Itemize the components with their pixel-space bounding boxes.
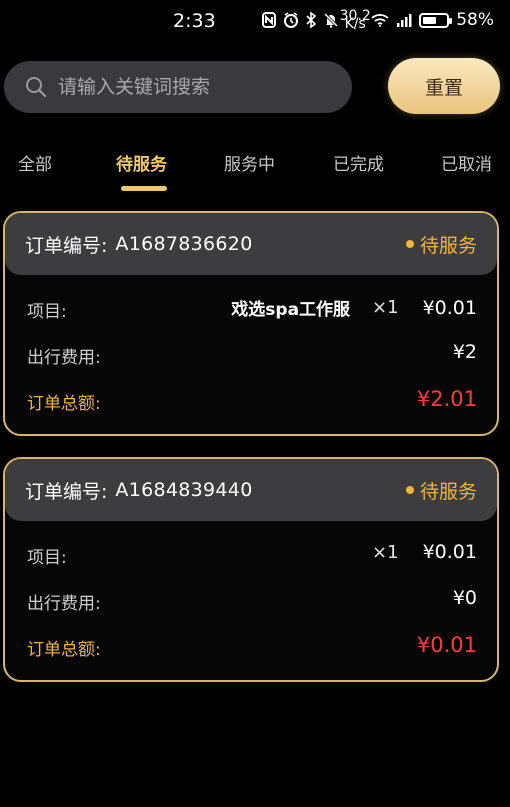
mute-icon (323, 12, 339, 28)
status-bar: 2:33 30.2 K/s 58% (0, 0, 510, 42)
item-price: ¥0.01 (422, 296, 477, 319)
tab-in-service[interactable]: 服务中 (224, 150, 275, 175)
order-number-label: 订单编号: (25, 480, 108, 503)
travel-fee-label: 出行费用: (27, 594, 101, 614)
wifi-icon (371, 13, 389, 27)
net-speed-unit: K/s (344, 16, 366, 32)
travel-fee: ¥2 (452, 341, 477, 363)
order-status-text: 待服务 (419, 234, 477, 257)
nfc-icon (262, 12, 277, 28)
tab-cancelled[interactable]: 已取消 (441, 150, 492, 175)
order-number: A1684839440 (115, 479, 253, 501)
search-icon (26, 77, 47, 98)
order-card[interactable]: 订单编号: A1687836620 待服务 项目: 戏选spa工作服 ×1 ¥0… (3, 211, 499, 436)
order-total-row: 订单总额: ¥0.01 (5, 623, 497, 669)
order-item-row: 项目: ×1 ¥0.01 (5, 531, 497, 577)
status-tabs: 全部 待服务 服务中 已完成 已取消 (0, 146, 510, 196)
order-card[interactable]: 订单编号: A1684839440 待服务 项目: ×1 ¥0.01 出行费用:… (3, 457, 499, 682)
travel-fee-label: 出行费用: (27, 348, 101, 368)
order-number-label: 订单编号: (25, 234, 108, 257)
status-icons: 30.2 K/s 58% (262, 9, 494, 31)
item-label: 项目: (27, 548, 67, 568)
status-dot-icon (405, 240, 414, 248)
order-status: 待服务 (405, 477, 477, 504)
item-price: ¥0.01 (422, 541, 477, 563)
item-quantity: ×1 (372, 541, 399, 563)
order-status-text: 待服务 (419, 480, 477, 503)
order-item-row: 项目: 戏选spa工作服 ×1 ¥0.01 (5, 285, 497, 331)
battery-icon (419, 12, 453, 28)
active-tab-indicator (121, 186, 167, 191)
battery-level (423, 16, 437, 24)
alarm-icon (283, 12, 299, 28)
tab-completed[interactable]: 已完成 (333, 150, 384, 175)
net-speed-icon: 30.2 K/s (340, 9, 371, 31)
bluetooth-icon (306, 12, 317, 28)
travel-fee-row: 出行费用: ¥2 (5, 331, 497, 377)
order-status: 待服务 (405, 231, 477, 258)
tab-pending-service[interactable]: 待服务 (116, 150, 167, 175)
order-card-header: 订单编号: A1684839440 待服务 (5, 459, 497, 521)
battery-percent: 58% (456, 10, 494, 30)
order-total-label: 订单总额: (27, 394, 101, 414)
order-total: ¥2.01 (416, 387, 477, 411)
search-bar[interactable] (4, 61, 352, 113)
item-quantity: ×1 (372, 297, 399, 318)
travel-fee-row: 出行费用: ¥0 (5, 577, 497, 623)
order-total-label: 订单总额: (27, 640, 101, 660)
signal-icon (396, 13, 412, 27)
order-total-row: 订单总额: ¥2.01 (5, 377, 497, 423)
order-number: A1687836620 (115, 233, 253, 255)
item-label: 项目: (27, 302, 67, 322)
tab-all[interactable]: 全部 (18, 150, 52, 175)
status-dot-icon (405, 486, 414, 494)
search-input[interactable] (58, 76, 352, 98)
order-card-header: 订单编号: A1687836620 待服务 (5, 213, 497, 275)
reset-button[interactable]: 重置 (388, 58, 500, 114)
travel-fee: ¥0 (452, 587, 477, 609)
order-total: ¥0.01 (416, 633, 477, 657)
item-name: 戏选spa工作服 (231, 300, 351, 320)
status-time: 2:33 (173, 10, 216, 32)
